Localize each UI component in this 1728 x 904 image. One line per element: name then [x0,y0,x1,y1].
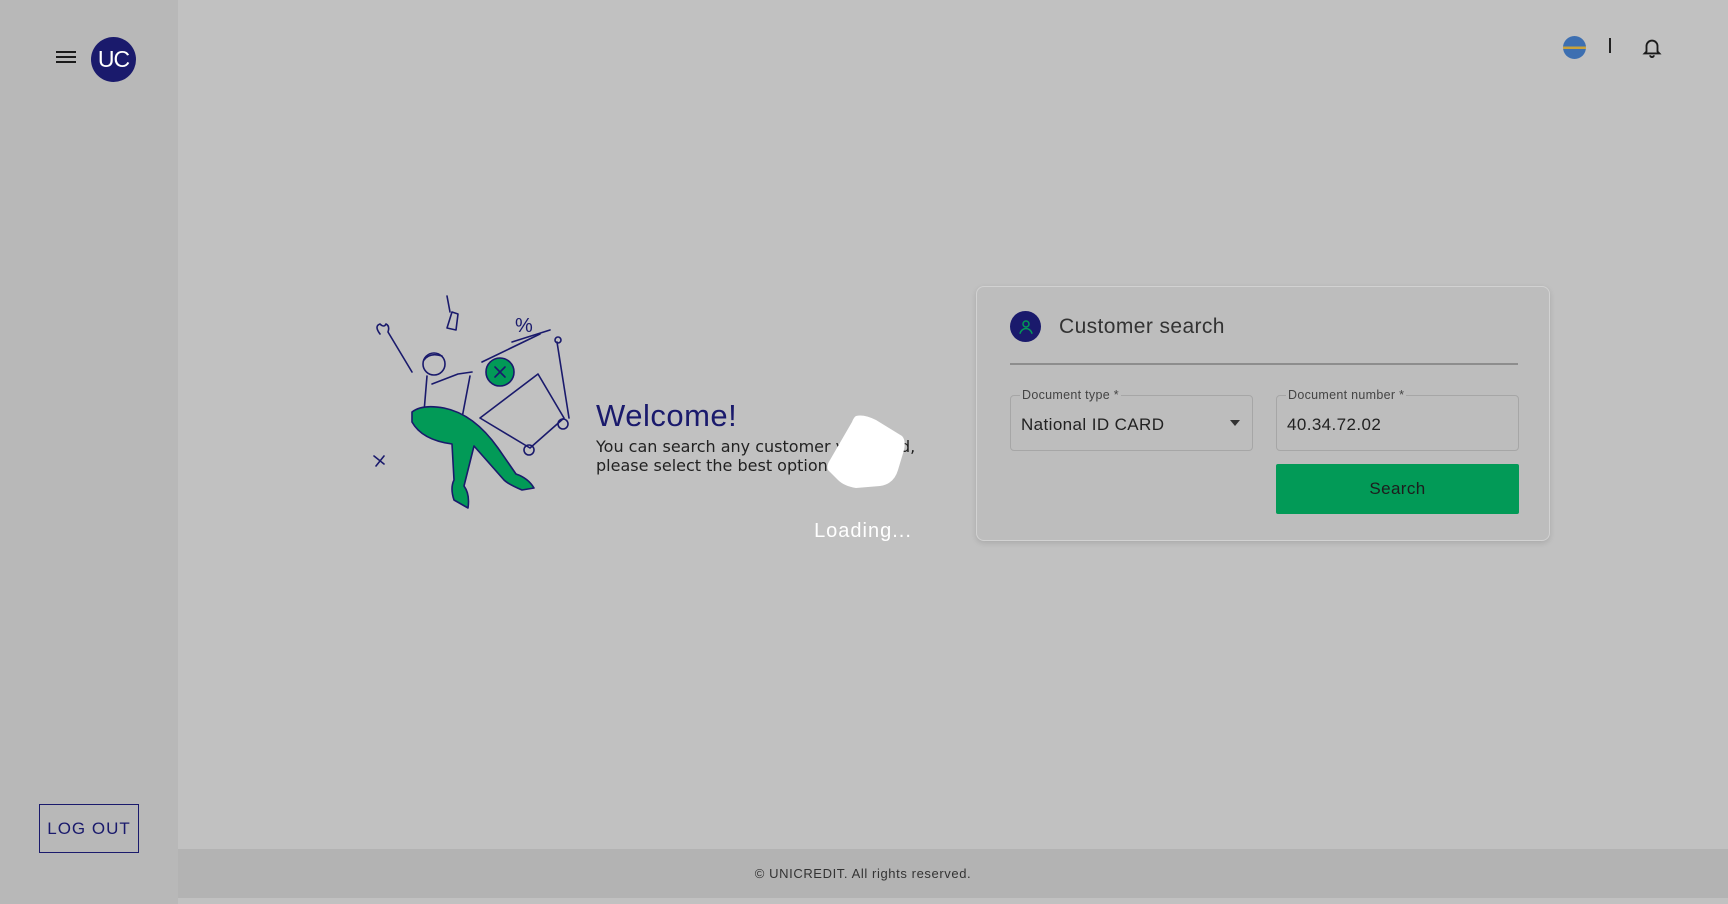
user-icon [1010,311,1041,342]
topbar-divider [1609,38,1611,53]
document-type-value: National ID CARD [1021,415,1165,434]
svg-text:%: % [515,315,533,337]
sidebar: UC LOG OUT [0,0,178,904]
document-number-field[interactable]: Document number * 40.34.72.02 [1276,388,1519,451]
card-divider [1010,363,1518,365]
document-number-value: 40.34.72.02 [1287,415,1382,434]
footer: © UNICREDIT. All rights reserved. [178,849,1728,898]
customer-search-header: Customer search [1010,311,1225,342]
customer-search-card: Customer search Document type * National… [976,286,1550,541]
unicredit-logo: UC [91,37,136,82]
document-type-select[interactable]: Document type * National ID CARD [1010,388,1253,451]
document-number-label: Document number * [1286,388,1407,402]
document-type-label: Document type * [1020,388,1121,402]
loading-text: Loading... [814,520,912,542]
copyright-text: © UNICREDIT. All rights reserved. [754,866,972,881]
welcome-illustration: % [372,294,572,534]
logout-button[interactable]: LOG OUT [39,804,139,853]
chevron-down-icon [1230,420,1240,426]
customer-search-title: Customer search [1059,314,1225,338]
loading-spinner-icon [826,414,906,488]
notifications-bell-icon[interactable] [1641,36,1663,58]
language-flag-icon[interactable] [1563,36,1586,59]
hamburger-menu-icon[interactable] [54,48,78,70]
search-button[interactable]: Search [1276,464,1519,514]
